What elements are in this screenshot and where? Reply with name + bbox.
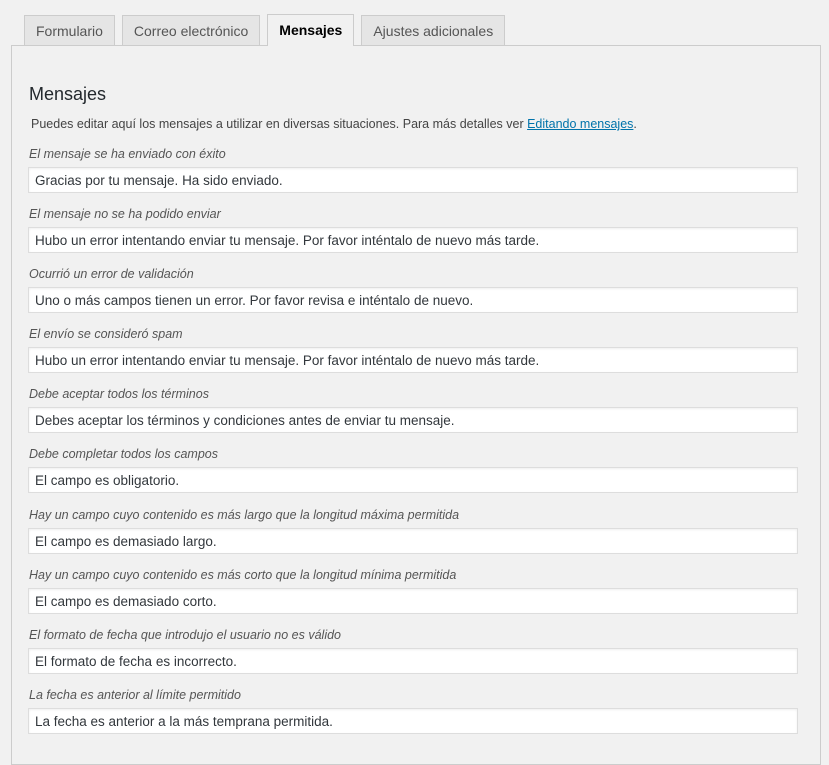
field-label: El formato de fecha que introdujo el usu… xyxy=(29,628,341,642)
message-field-too-long: Hay un campo cuyo contenido es más largo… xyxy=(28,507,798,554)
field-label: El mensaje se ha enviado con éxito xyxy=(29,147,226,161)
field-label: Debe completar todos los campos xyxy=(29,447,218,461)
message-field-validation-error: Ocurrió un error de validación xyxy=(28,266,798,313)
tab-formulario[interactable]: Formulario xyxy=(24,15,115,45)
message-field-accept-terms: Debe aceptar todos los términos xyxy=(28,386,798,433)
message-input-validation-error[interactable] xyxy=(28,287,798,313)
field-label: Ocurrió un error de validación xyxy=(29,267,194,281)
message-input-mail-sent-ok[interactable] xyxy=(28,167,798,193)
tab-bar: Formulario Correo electrónico Mensajes A… xyxy=(24,14,512,46)
message-field-too-short: Hay un campo cuyo contenido es más corto… xyxy=(28,567,798,614)
message-input-required[interactable] xyxy=(28,467,798,493)
tab-mensajes[interactable]: Mensajes xyxy=(267,14,355,46)
field-label: Hay un campo cuyo contenido es más corto… xyxy=(29,568,457,582)
editing-messages-link[interactable]: Editando mensajes xyxy=(527,117,633,131)
message-field-date-too-early: La fecha es anterior al límite permitido xyxy=(28,687,798,734)
field-label: La fecha es anterior al límite permitido xyxy=(29,688,241,702)
message-input-mail-sent-ng[interactable] xyxy=(28,227,798,253)
message-input-too-long[interactable] xyxy=(28,528,798,554)
messages-panel: Mensajes Puedes editar aquí los mensajes… xyxy=(11,45,821,765)
field-label: Hay un campo cuyo contenido es más largo… xyxy=(29,508,460,522)
message-field-mail-sent-ng: El mensaje no se ha podido enviar xyxy=(28,206,798,253)
panel-description: Puedes editar aquí los mensajes a utiliz… xyxy=(31,117,637,131)
message-input-invalid-date[interactable] xyxy=(28,648,798,674)
message-field-required: Debe completar todos los campos xyxy=(28,446,798,493)
tab-correo-electronico[interactable]: Correo electrónico xyxy=(121,15,261,45)
message-input-too-short[interactable] xyxy=(28,588,798,614)
message-input-date-too-early[interactable] xyxy=(28,708,798,734)
panel-title: Mensajes xyxy=(29,84,107,104)
message-input-spam[interactable] xyxy=(28,347,798,373)
message-field-spam: El envío se consideró spam xyxy=(28,326,798,373)
description-end: . xyxy=(633,117,637,131)
message-field-invalid-date: El formato de fecha que introdujo el usu… xyxy=(28,627,798,674)
message-input-accept-terms[interactable] xyxy=(28,407,798,433)
field-label: El envío se consideró spam xyxy=(29,327,183,341)
message-field-mail-sent-ok: El mensaje se ha enviado con éxito xyxy=(28,146,798,193)
tab-ajustes-adicionales[interactable]: Ajustes adicionales xyxy=(361,15,506,45)
field-label: Debe aceptar todos los términos xyxy=(29,387,209,401)
field-label: El mensaje no se ha podido enviar xyxy=(29,207,221,221)
description-text: Puedes editar aquí los mensajes a utiliz… xyxy=(31,117,528,131)
